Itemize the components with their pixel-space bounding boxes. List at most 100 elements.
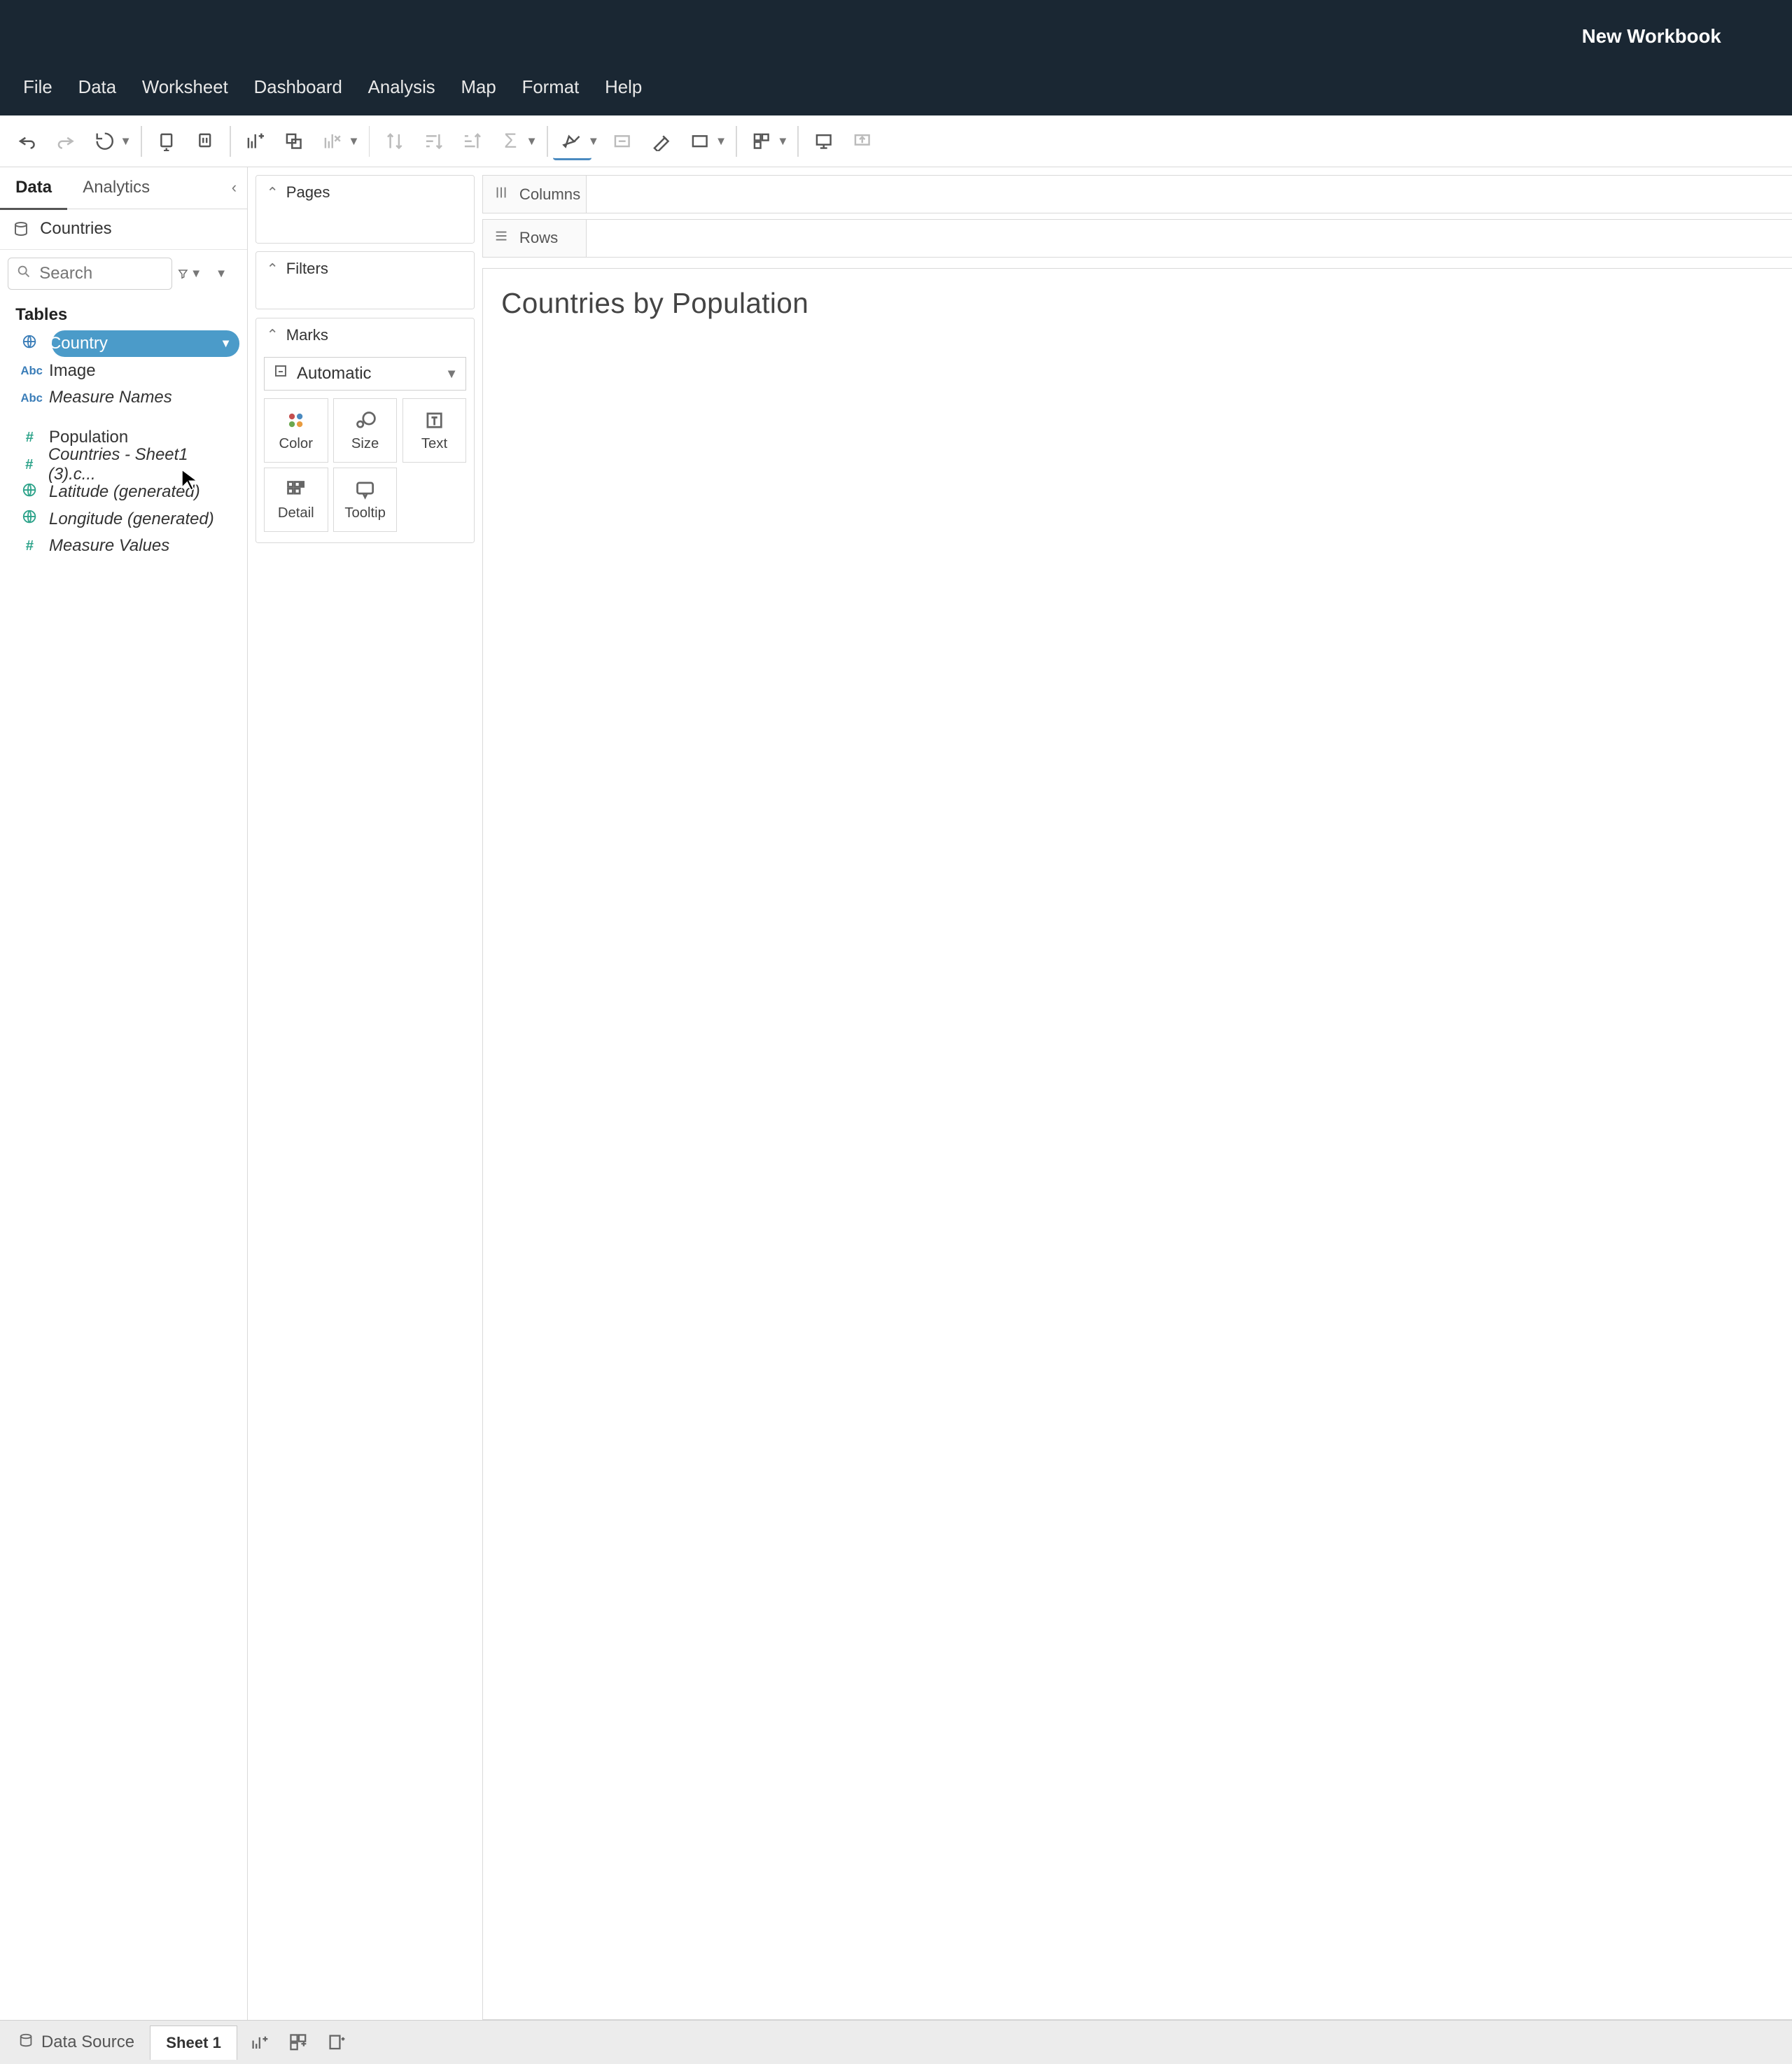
datasource-row[interactable]: Countries — [0, 209, 247, 250]
field-country[interactable]: ▼Country — [5, 330, 241, 358]
rows-label: Rows — [519, 229, 558, 247]
viz-area: Columns Rows Countries by Population Dro… — [482, 167, 1792, 2020]
datasource-label: Countries — [40, 219, 112, 239]
marks-label: Marks — [286, 326, 328, 344]
chevron-down-icon[interactable]: ▼ — [348, 134, 359, 148]
hash-icon: # — [20, 538, 38, 554]
pages-card[interactable]: ⌃Pages — [255, 175, 475, 244]
new-dashboard-tab-button[interactable] — [281, 2026, 315, 2059]
field-label: Longitude (generated) — [49, 510, 214, 529]
chevron-down-icon[interactable]: ▼ — [715, 134, 727, 148]
workbook-title: New Workbook — [1582, 25, 1721, 48]
new-worksheet-button[interactable] — [236, 122, 274, 160]
mark-type-dropdown[interactable]: Automatic ▼ — [264, 357, 466, 391]
rows-shelf[interactable]: Rows — [482, 219, 1792, 258]
cards-column: ⌃Pages ⌃ Filters ⌃ Marks Automatic ▼ Color… — [248, 167, 482, 2020]
tooltip-label: Tooltip — [344, 505, 386, 521]
field-label: Image — [49, 361, 96, 381]
columns-shelf[interactable]: Columns — [482, 175, 1792, 213]
detail-label: Detail — [278, 505, 314, 521]
toolbar: ▼ ▼ Σ ▼ ▼ ▼ ▼ Show Me — [0, 115, 1792, 167]
abc-icon: Abc — [20, 390, 38, 406]
sidebar-tab-analytics[interactable]: Analytics — [67, 168, 165, 208]
new-worksheet-tab-button[interactable] — [242, 2026, 276, 2059]
marks-text-button[interactable]: Text — [402, 398, 467, 463]
menu-map[interactable]: Map — [448, 72, 509, 103]
globe-icon — [20, 509, 38, 528]
menu-format[interactable]: Format — [509, 72, 592, 103]
undo-button[interactable] — [8, 122, 46, 160]
field-latitude-generated-[interactable]: Latitude (generated) — [5, 478, 241, 505]
search-field-box[interactable] — [8, 258, 172, 290]
field-measure-values[interactable]: #Measure Values — [5, 533, 241, 560]
swap-button[interactable] — [375, 122, 414, 160]
labels-button[interactable] — [603, 122, 642, 160]
annotate-button[interactable] — [642, 122, 680, 160]
collapse-sidebar-button[interactable]: ‹ — [221, 174, 247, 202]
field-image[interactable]: Abc Image — [5, 357, 241, 384]
marks-tooltip-button[interactable]: Tooltip — [333, 468, 398, 532]
new-story-tab-button[interactable] — [320, 2026, 354, 2059]
datasource-tab-label: Data Source — [41, 2033, 134, 2052]
filters-card[interactable]: ⌃ Filters — [255, 251, 475, 309]
sheet-tab[interactable]: Sheet 1 — [150, 2026, 237, 2060]
collapse-icon[interactable]: ⌃ — [267, 326, 279, 344]
collapse-icon[interactable]: ⌃ — [267, 184, 279, 202]
menu-analysis[interactable]: Analysis — [355, 72, 448, 103]
fit-button[interactable] — [680, 122, 719, 160]
chevron-down-icon[interactable]: ▼ — [220, 337, 231, 351]
globe-icon — [20, 334, 38, 353]
titlebar: New Workbook Publish As... ▼ Colten Woo … — [0, 0, 1792, 72]
sort-desc-button[interactable] — [452, 122, 491, 160]
menu-file[interactable]: File — [10, 72, 65, 103]
totals-button[interactable]: Σ — [491, 122, 530, 160]
menu-data[interactable]: Data — [65, 72, 129, 103]
chevron-down-icon[interactable]: ▼ — [588, 134, 599, 148]
highlight-button[interactable] — [553, 122, 592, 160]
menu-dashboard[interactable]: Dashboard — [241, 72, 355, 103]
columns-icon — [493, 185, 509, 204]
bottom-tab-bar: Data Source Sheet 1 — [0, 2020, 1792, 2064]
filter-fields-button[interactable]: ▼ — [177, 258, 206, 289]
field-countries-sheet1-3-c-[interactable]: #Countries - Sheet1 (3).c... — [5, 451, 241, 479]
hash-icon: # — [20, 430, 38, 446]
collapse-icon[interactable]: ⌃ — [267, 260, 279, 278]
marks-size-button[interactable]: Size — [333, 398, 398, 463]
menu-help[interactable]: Help — [592, 72, 655, 103]
columns-label: Columns — [519, 185, 580, 204]
field-longitude-generated-[interactable]: Longitude (generated) — [5, 505, 241, 533]
menu-worksheet[interactable]: Worksheet — [130, 72, 241, 103]
globe-icon — [20, 482, 38, 502]
datasource-icon — [13, 220, 29, 237]
filters-label: Filters — [286, 260, 328, 278]
field-measure-names[interactable]: AbcMeasure Names — [5, 384, 241, 412]
field-menu-button[interactable]: ▼ — [211, 258, 239, 289]
search-input[interactable] — [39, 264, 164, 283]
pause-updates-button[interactable] — [186, 122, 224, 160]
datasource-tab[interactable]: Data Source — [8, 2027, 145, 2058]
revert-button[interactable] — [85, 122, 124, 160]
rows-icon — [493, 228, 509, 248]
show-cards-button[interactable] — [742, 122, 780, 160]
worksheet-title[interactable]: Countries by Population — [483, 269, 1792, 332]
presentation-button[interactable] — [804, 122, 843, 160]
chevron-down-icon[interactable]: ▼ — [777, 134, 788, 148]
hash-icon: # — [20, 457, 38, 473]
viz-drop-zone[interactable]: Drop field here — [483, 332, 1792, 2019]
sort-asc-button[interactable] — [414, 122, 452, 160]
abc-icon: Abc — [20, 363, 38, 379]
chevron-down-icon[interactable]: ▼ — [120, 134, 131, 148]
marks-color-button[interactable]: Color — [264, 398, 328, 463]
rows-drop-zone[interactable] — [587, 220, 1792, 257]
duplicate-button[interactable] — [274, 122, 313, 160]
columns-drop-zone[interactable] — [587, 176, 1792, 213]
sidebar-tab-data[interactable]: Data — [0, 167, 67, 209]
redo-button[interactable] — [46, 122, 85, 160]
share-button[interactable] — [843, 122, 881, 160]
size-label: Size — [351, 436, 379, 452]
clear-button[interactable] — [314, 122, 352, 160]
new-datasource-button[interactable] — [147, 122, 186, 160]
main-area: Data Analytics ‹ Countries ▼ ▼ Tables ▼C… — [0, 167, 1792, 2020]
chevron-down-icon[interactable]: ▼ — [526, 134, 537, 148]
marks-detail-button[interactable]: Detail — [264, 468, 328, 532]
